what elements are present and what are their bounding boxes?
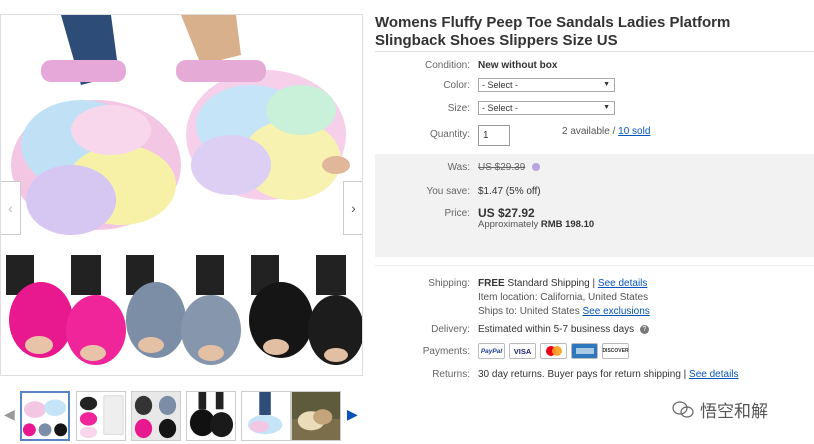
amex-icon <box>571 343 598 359</box>
thumbnail-2[interactable] <box>76 391 126 441</box>
current-price: US $27.92 <box>478 206 535 220</box>
mastercard-icon <box>540 343 567 359</box>
returns-value: 30 day returns. Buyer pays for return sh… <box>478 369 687 380</box>
caret-down-icon: ▼ <box>603 104 610 111</box>
availability: 2 available / 10 sold <box>562 126 650 137</box>
thumbnail-strip: ◀ ▶ <box>0 388 363 444</box>
thumbnail-4[interactable] <box>186 391 236 441</box>
product-photo <box>1 15 362 375</box>
wechat-icon <box>672 400 694 418</box>
see-exclusions-link[interactable]: See exclusions <box>583 306 650 317</box>
chevron-left-icon: ‹ <box>8 200 13 216</box>
gallery-next-button[interactable]: › <box>343 181 362 235</box>
delivery-line: Estimated within 5-7 business days ? <box>478 324 649 335</box>
sold-link[interactable]: 10 sold <box>618 126 650 137</box>
thumbnail-1[interactable] <box>20 391 70 441</box>
watermark-text: 悟空和解 <box>700 402 768 422</box>
discover-icon: DISCOVER <box>602 343 629 359</box>
quantity-label: Quantity: <box>429 129 470 140</box>
caret-down-icon: ▼ <box>603 81 610 88</box>
size-select-value: - Select - <box>482 103 519 113</box>
free-shipping: FREE <box>478 278 505 289</box>
you-save-label: You save: <box>426 186 470 197</box>
info-icon[interactable] <box>532 163 541 172</box>
returns-see-details-link[interactable]: See details <box>689 369 738 380</box>
returns-line: 30 day returns. Buyer pays for return sh… <box>478 369 739 380</box>
divider <box>375 51 814 52</box>
approx-value: RMB 198.10 <box>540 219 595 230</box>
available-text: 2 available / <box>562 126 616 137</box>
divider <box>375 265 814 266</box>
quantity-input[interactable]: 1 <box>478 125 510 146</box>
delivery-label: Delivery: <box>431 324 470 335</box>
item-location: Item location: California, United States <box>478 292 649 303</box>
ships-to-line: Ships to: United States See exclusions <box>478 306 650 317</box>
was-price-row: US $29.39 <box>478 162 541 173</box>
was-label: Was: <box>447 162 470 173</box>
thumbnail-3[interactable] <box>131 391 181 441</box>
thumb-next-icon[interactable]: ▶ <box>347 406 358 423</box>
shipping-line: FREE Standard Shipping | See details <box>478 278 647 289</box>
condition-value: New without box <box>478 60 558 71</box>
visa-icon: VISA <box>509 343 536 359</box>
color-label: Color: <box>443 80 470 91</box>
paypal-icon: PayPal <box>478 343 505 359</box>
thumb-prev-icon[interactable]: ◀ <box>4 406 15 423</box>
help-icon[interactable]: ? <box>639 324 649 334</box>
color-select-value: - Select - <box>482 80 519 90</box>
shipping-label: Shipping: <box>428 278 470 289</box>
ships-to: Ships to: United States <box>478 306 580 317</box>
approx-prefix: Approximately <box>478 219 539 230</box>
chevron-right-icon: › <box>351 200 356 216</box>
you-save-value: $1.47 (5% off) <box>478 186 541 197</box>
was-price: US $29.39 <box>478 162 526 173</box>
standard-shipping: Standard Shipping | <box>507 278 596 289</box>
price-label: Price: <box>444 208 470 219</box>
listing-title: Womens Fluffy Peep Toe Sandals Ladies Pl… <box>375 14 731 49</box>
thumbnail-6[interactable] <box>291 391 341 441</box>
size-label: Size: <box>447 103 470 114</box>
thumbnail-5[interactable] <box>241 391 291 441</box>
condition-label: Condition: <box>424 60 470 71</box>
payments-label: Payments: <box>422 346 470 357</box>
returns-label: Returns: <box>432 369 470 380</box>
color-select[interactable]: - Select - ▼ <box>478 78 615 92</box>
shipping-see-details-link[interactable]: See details <box>598 278 647 289</box>
watermark: 悟空和解 <box>672 397 768 422</box>
approx-price: Approximately RMB 198.10 <box>478 219 594 230</box>
size-select[interactable]: - Select - ▼ <box>478 101 615 115</box>
delivery-value: Estimated within 5-7 business days <box>478 324 635 335</box>
gallery-prev-button[interactable]: ‹ <box>1 181 21 235</box>
payment-methods: PayPal VISA DISCOVER <box>478 343 629 359</box>
main-product-image[interactable]: ‹ › <box>0 14 363 376</box>
